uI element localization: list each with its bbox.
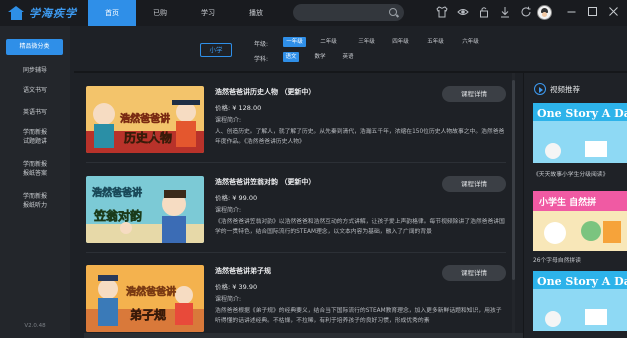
thumb-caption-2: 历史人物 (124, 130, 172, 145)
price-label: 价格: (215, 283, 231, 291)
course-detail-button[interactable]: 课程详情 (442, 86, 506, 102)
sidebar-item-paper-listening[interactable]: 学而新报 报纸听力 (0, 192, 70, 210)
sidebar: 精品微分类 同步辅导 语文书写 英语书写 学而新报 试题题讲 学而新报 报纸答案… (0, 26, 70, 338)
grade-option-5[interactable]: 五年级 (424, 37, 447, 47)
nav-purchased[interactable]: 已购 (136, 0, 184, 26)
subject-label: 学科: (254, 56, 269, 63)
recommend-panel: 视频推荐 One Story A Da 《天天故事小学生分级阅读》 小学生 自然… (523, 73, 627, 338)
app-logo[interactable]: 学海疾学 (8, 5, 77, 21)
subject-option-math[interactable]: 数学 (312, 52, 328, 62)
sidebar-item-chinese-writing[interactable]: 语文书写 (0, 86, 70, 95)
video-thumbnail[interactable]: One Story A Da (533, 103, 627, 163)
video-caption[interactable]: 26个字母自然拼读 (533, 255, 581, 264)
top-bar: 学海疾学 首页 已购 学习 播放 (0, 0, 627, 26)
sidebar-item-featured[interactable]: 精品微分类 (6, 39, 63, 55)
course-thumbnail[interactable]: 浩然爸爸讲 历史人物 (86, 86, 204, 153)
price-value: ¥ 39.90 (232, 283, 258, 291)
thumb-caption-2: 弟子规 (130, 307, 166, 322)
grade-label: 年级: (254, 41, 269, 48)
toolbar-icons (436, 6, 532, 18)
search-icon[interactable] (389, 8, 397, 16)
grade-option-3[interactable]: 三年级 (355, 37, 378, 47)
course-intro-label: 课程简介: (215, 207, 242, 214)
subject-option-english[interactable]: 英语 (340, 52, 356, 62)
grade-option-4[interactable]: 四年级 (389, 37, 412, 47)
course-title[interactable]: 浩然爸爸讲弟子规 (215, 266, 271, 276)
course-price: 价格: ¥ 128.00 (215, 102, 261, 112)
price-label: 价格: (215, 104, 231, 112)
list-scrollbar-thumb[interactable] (512, 80, 515, 280)
refresh-icon[interactable] (520, 6, 532, 18)
subject-option-chinese[interactable]: 语文 (283, 52, 299, 62)
version-label: V2.0.48 (24, 323, 46, 329)
filter-bar: 小学 年级: 一年级 二年级 三年级 四年级 五年级 六年级 学科: 语文 数学… (74, 30, 627, 68)
main-nav: 首页 已购 学习 播放 (88, 0, 280, 26)
course-title[interactable]: 浩然爸爸讲历史人物 （更新中） (215, 87, 315, 97)
course-price: 价格: ¥ 99.00 (215, 192, 257, 202)
user-avatar[interactable] (537, 5, 552, 20)
recommend-header: 视频推荐 (534, 83, 580, 95)
course-intro-label: 课程简介: (215, 117, 242, 124)
course-card: 浩然爸爸讲 历史人物 浩然爸爸讲历史人物 （更新中） 价格: ¥ 128.00 … (86, 86, 506, 156)
grade-option-1[interactable]: 一年级 (283, 37, 306, 47)
horizontal-scrollbar[interactable] (84, 333, 524, 338)
grade-option-6[interactable]: 六年级 (459, 37, 482, 47)
video-thumbnail[interactable]: One Story A Da (533, 271, 627, 331)
eye-icon[interactable] (457, 6, 469, 18)
level-select-button[interactable]: 小学 (200, 43, 232, 57)
lock-icon[interactable] (478, 6, 490, 18)
thumb-caption-1: 浩然爸爸讲 (120, 112, 170, 125)
nav-home[interactable]: 首页 (88, 0, 136, 26)
course-title[interactable]: 浩然爸爸讲笠翁对韵 （更新中） (215, 177, 315, 187)
course-detail-button[interactable]: 课程详情 (442, 265, 506, 281)
course-card: 浩然爸爸讲 弟子规 浩然爸爸讲弟子规 价格: ¥ 39.90 课程简介: 浩然爸… (86, 265, 506, 335)
nav-play[interactable]: 播放 (232, 0, 280, 26)
course-description: 《浩然爸爸讲笠翁对韵》以浩然爸爸和浩然互动的方式讲解，让孩子爱上声韵格律。每节视… (215, 219, 505, 235)
course-detail-button[interactable]: 课程详情 (442, 176, 506, 192)
logo-icon (8, 6, 25, 20)
course-price: 价格: ¥ 39.90 (215, 281, 257, 291)
close-icon[interactable] (608, 6, 619, 17)
thumb-caption-2: 笠翁对韵 (93, 208, 142, 223)
search-input[interactable] (293, 4, 404, 21)
video-caption[interactable]: 《天天故事小学生分级阅读》 (533, 169, 608, 178)
video-thumbnail[interactable]: 小学生 自然拼 (533, 191, 627, 251)
window-controls (566, 6, 619, 17)
nav-study[interactable]: 学习 (184, 0, 232, 26)
course-intro-label: 课程简介: (215, 296, 242, 303)
course-thumbnail[interactable]: 浩然爸爸讲 笠翁对韵 (86, 176, 204, 243)
shirt-icon[interactable] (436, 6, 448, 18)
course-thumbnail[interactable]: 浩然爸爸讲 弟子规 (86, 265, 204, 332)
course-description: 浩然爸爸根据《弟子规》的经典要义，结合当下国际流行的STEAM教育理念，加入更多… (215, 308, 502, 324)
price-value: ¥ 128.00 (232, 104, 262, 112)
course-description: 人、创造历史。了解人，就了解了历史。从先秦到清代，浩瀚五千年，浓缩在150位历史… (215, 129, 505, 145)
play-icon (534, 83, 546, 95)
restore-icon[interactable] (587, 6, 598, 17)
row-divider (86, 252, 506, 253)
video-banner-text: One Story A Da (537, 275, 627, 288)
sidebar-item-paper-answers[interactable]: 学而新报 报纸答案 (0, 160, 70, 178)
sidebar-item-english-writing[interactable]: 英语书写 (0, 108, 70, 117)
row-divider (86, 162, 506, 163)
course-card: 浩然爸爸讲 笠翁对韵 浩然爸爸讲笠翁对韵 （更新中） 价格: ¥ 99.00 课… (86, 176, 506, 246)
download-icon[interactable] (499, 6, 511, 18)
recommend-title: 视频推荐 (550, 84, 580, 94)
thumb-caption-1: 浩然爸爸讲 (92, 186, 142, 199)
grade-option-2[interactable]: 二年级 (317, 37, 340, 47)
price-label: 价格: (215, 194, 231, 202)
logo-text: 学海疾学 (29, 7, 77, 20)
price-value: ¥ 99.00 (232, 194, 258, 202)
sidebar-item-sync-tutoring[interactable]: 同步辅导 (0, 66, 70, 75)
thumb-caption-1: 浩然爸爸讲 (126, 285, 176, 298)
sidebar-item-test-explain[interactable]: 学而新报 试题题讲 (0, 128, 70, 146)
video-banner-text: 小学生 自然拼 (538, 196, 596, 208)
video-banner-text: One Story A Da (537, 107, 627, 120)
minimize-icon[interactable] (566, 6, 577, 17)
